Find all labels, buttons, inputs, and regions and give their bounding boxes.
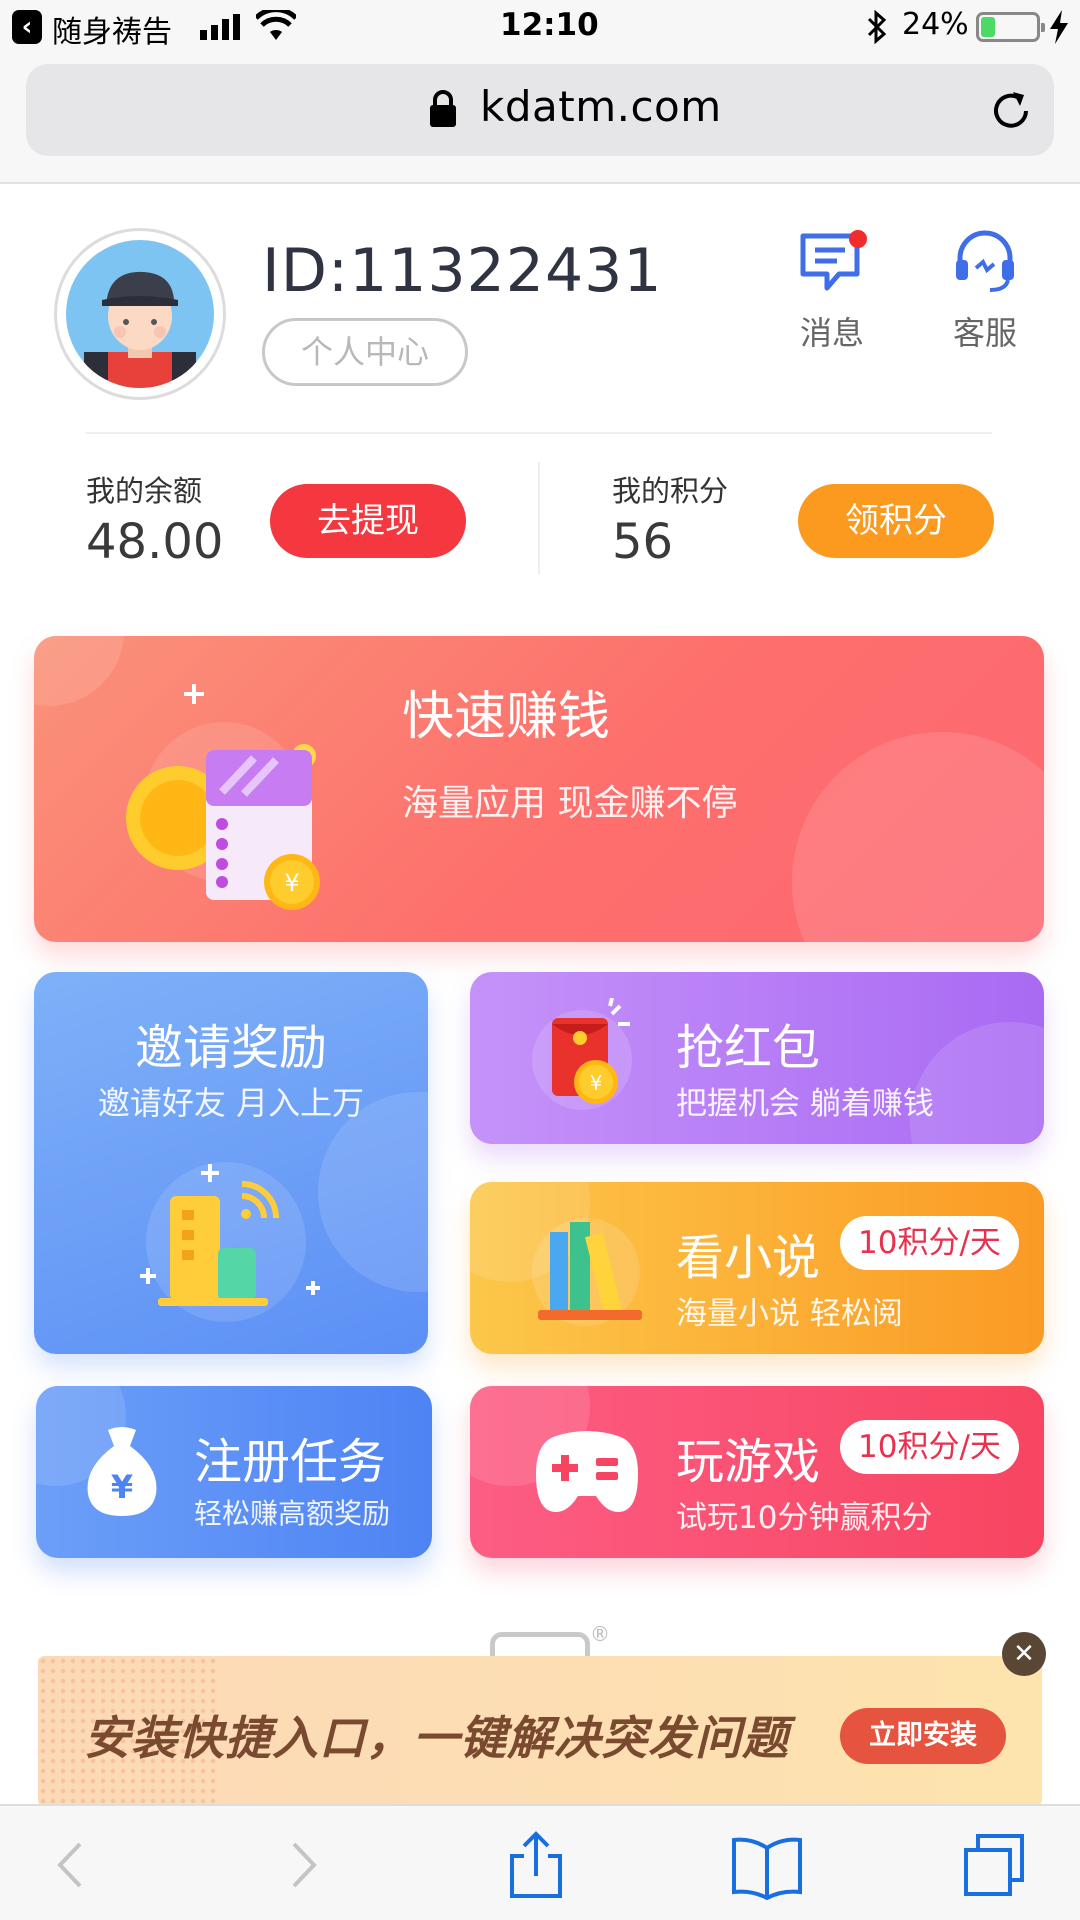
- books-icon: [532, 1218, 642, 1326]
- invite-title: 邀请奖励: [134, 1020, 327, 1076]
- address-bar[interactable]: kdatm.com: [26, 64, 1054, 156]
- withdraw-button[interactable]: 去提现: [270, 484, 466, 558]
- phone-graphic: [490, 1632, 590, 1658]
- invite-subtitle: 邀请好友 月入上万: [97, 1084, 365, 1122]
- balance-label: 我的余额: [86, 474, 203, 508]
- tabs-icon[interactable]: [962, 1830, 1026, 1900]
- red-packet-title: 抢红包: [676, 1020, 821, 1076]
- novel-title: 看小说: [676, 1230, 821, 1286]
- svg-text:¥: ¥: [111, 1468, 133, 1506]
- back-to-app-icon[interactable]: ‹: [12, 10, 42, 44]
- points-value: 56: [612, 514, 674, 570]
- novel-subtitle: 海量小说 轻松阅: [676, 1296, 903, 1332]
- divider: [86, 432, 992, 434]
- svg-text:¥: ¥: [284, 869, 299, 897]
- customer-service-button[interactable]: 客服: [930, 228, 1040, 354]
- register-task-card[interactable]: ¥ 注册任务 轻松赚高额奖励: [36, 1386, 432, 1558]
- registered-mark: ®: [590, 1622, 610, 1646]
- register-subtitle: 轻松赚高额奖励: [194, 1497, 391, 1530]
- clock: 12:10: [500, 7, 599, 43]
- vertical-divider: [538, 462, 540, 574]
- novel-points-badge: 10积分/天: [840, 1216, 1019, 1270]
- svg-text:¥: ¥: [590, 1071, 603, 1095]
- back-arrow-icon[interactable]: [40, 1830, 104, 1900]
- game-points-badge: 10积分/天: [840, 1420, 1019, 1474]
- bookmarks-icon[interactable]: [730, 1830, 804, 1900]
- balance-value: 48.00: [86, 514, 224, 570]
- forward-arrow-icon[interactable]: [270, 1830, 334, 1900]
- money-bag-icon: ¥: [87, 1427, 157, 1516]
- unread-dot: [849, 230, 867, 248]
- gamepad-icon: [536, 1431, 638, 1512]
- message-icon: [797, 228, 867, 294]
- battery-percent: 24%: [902, 7, 969, 42]
- person-icon: [84, 271, 196, 388]
- install-now-button[interactable]: 立即安装: [840, 1708, 1006, 1764]
- get-points-button[interactable]: 领积分: [798, 484, 994, 558]
- status-bar: ‹ 随身祷告 12:10 24%: [0, 0, 1080, 54]
- install-banner-text: 安装快捷入口，一键解决突发问题: [84, 1711, 789, 1765]
- cellular-signal-icon: [200, 14, 240, 40]
- user-id: ID:11322431: [262, 236, 663, 306]
- avatar-illustration: [66, 240, 214, 388]
- reload-icon[interactable]: [986, 86, 1036, 136]
- battery-icon: [976, 12, 1045, 42]
- service-label: 客服: [952, 314, 1017, 352]
- red-envelope-icon: ¥: [532, 998, 632, 1110]
- novel-card[interactable]: 看小说 10积分/天 海量小说 轻松阅: [470, 1182, 1044, 1354]
- game-subtitle: 试玩10分钟赢积分: [676, 1500, 933, 1536]
- fast-earn-card[interactable]: ¥ 快速赚钱 海量应用 现金赚不停: [34, 636, 1044, 942]
- decor-circle: [34, 636, 124, 706]
- red-packet-subtitle: 把握机会 躺着赚钱: [676, 1086, 934, 1122]
- red-packet-card[interactable]: ¥ 抢红包 把握机会 躺着赚钱: [470, 972, 1044, 1144]
- messages-label: 消息: [799, 314, 864, 352]
- bluetooth-icon: [867, 10, 887, 44]
- wifi-icon: [256, 10, 296, 40]
- close-banner-icon[interactable]: ✕: [1002, 1632, 1046, 1676]
- game-card[interactable]: 玩游戏 10积分/天 试玩10分钟赢积分: [470, 1386, 1044, 1558]
- building-wifi-icon: [140, 1162, 320, 1322]
- back-app-label[interactable]: 随身祷告: [52, 7, 172, 51]
- battery-level-fill: [981, 17, 995, 37]
- invite-card[interactable]: 邀请奖励 邀请好友 月入上万: [34, 972, 428, 1354]
- decor-circle: [792, 732, 1044, 942]
- install-shortcut-banner[interactable]: 安装快捷入口，一键解决突发问题 立即安装: [38, 1656, 1042, 1806]
- messages-button[interactable]: 消息: [777, 228, 887, 354]
- share-icon[interactable]: [504, 1830, 568, 1900]
- browser-address-area: kdatm.com: [0, 54, 1080, 184]
- lock-icon: [430, 90, 456, 127]
- app-wallet-icon: ¥: [126, 684, 320, 910]
- game-title: 玩游戏: [676, 1434, 821, 1490]
- avatar[interactable]: [54, 228, 226, 400]
- personal-center-button[interactable]: 个人中心: [262, 318, 468, 386]
- fast-earn-title: 快速赚钱: [402, 687, 611, 747]
- points-label: 我的积分: [612, 474, 729, 508]
- charging-bolt-icon: [1050, 10, 1068, 44]
- fast-earn-subtitle: 海量应用 现金赚不停: [402, 783, 738, 824]
- url-text[interactable]: kdatm.com: [480, 82, 722, 131]
- headset-icon: [950, 228, 1020, 294]
- browser-toolbar: [0, 1804, 1080, 1920]
- register-title: 注册任务: [194, 1434, 387, 1490]
